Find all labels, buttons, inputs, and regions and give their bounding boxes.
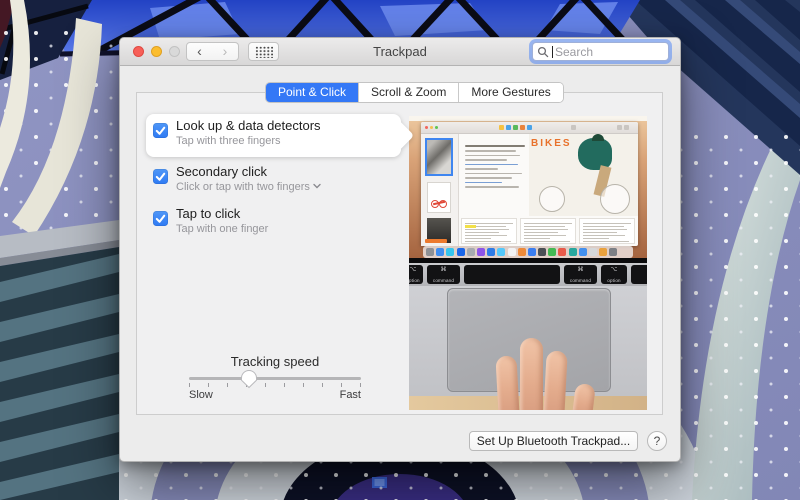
page-thumbnail-selected [425,138,453,176]
chevron-down-icon[interactable] [313,183,321,189]
tab-bar: Point & Click Scroll & Zoom More Gesture… [266,83,563,102]
slider-max-label: Fast [339,389,361,401]
bicycle-wheel [539,186,565,212]
dock-app-icon [568,248,577,256]
text-column-card [579,218,635,244]
toolbar-icon [624,125,629,130]
toolbar-icon [571,125,576,130]
preview-app-window: BIKES [421,122,638,246]
option-key: ⌥option [409,265,423,284]
checkbox-tap-to-click[interactable] [153,211,168,226]
dock-app-icon [558,248,567,256]
finger [543,350,568,410]
dock-app-icon [426,248,434,256]
mini-zoom-button [435,126,438,129]
dock [423,246,633,258]
dock-app-icon [527,248,536,256]
gesture-demo-video: BIKES ⌥option ⌘command [409,116,647,410]
setting-sublabel-look-up: Tap with three fingers [176,135,281,147]
finger [520,338,543,410]
tab-more-gestures[interactable]: More Gestures [458,83,563,102]
checkbox-secondary-click[interactable] [153,169,168,184]
green-cap [592,134,604,141]
document-page-columns [461,218,638,244]
option-key: ⌥option [601,265,627,284]
dock-app-icon [446,248,455,256]
partial-key [631,265,647,284]
document-title: BIKES [531,138,572,149]
dock-app-icon [476,248,485,256]
dock-app-icon [548,248,557,256]
toolbar-icon [527,125,532,130]
macbook-screen: BIKES [409,116,647,259]
setting-label-look-up[interactable]: Look up & data detectors [176,118,321,133]
slider-tick-marks [189,383,361,387]
dock-app-icon [589,248,597,256]
tracking-speed-slider-track[interactable] [189,377,361,380]
page-thumbnail-bike-drawing [427,182,451,213]
trackpad-preferences-window: ‹ › Trackpad Search Point & Click Scroll… [119,37,681,462]
slider-minmax-labels: Slow Fast [189,389,361,401]
teal-jacket [578,138,612,170]
search-input[interactable]: Search [532,42,669,61]
dock-app-icon [456,248,465,256]
dock-app-icon [517,248,526,256]
dock-app-icon [609,248,618,256]
macbook-keyboard: ⌥option ⌘command ⌘command ⌥option [409,263,647,286]
sidebar-orange-button [425,239,447,243]
bicycle-wheel [600,184,630,214]
text-cursor [552,46,553,58]
tracking-speed-label: Tracking speed [230,354,320,369]
document-text-column [465,142,525,191]
search-icon [537,46,549,58]
text-column-card [520,218,576,244]
toolbar-icon [499,125,504,130]
setting-sublabel-secondary-click[interactable]: Click or tap with two fingers [176,181,321,193]
preview-sidebar [421,134,459,246]
search-placeholder: Search [555,45,594,59]
finger [495,355,520,410]
checkbox-look-up[interactable] [153,123,168,138]
dock-app-icon [466,248,475,256]
command-key: ⌘ command [564,265,597,284]
yellow-highlight [465,225,476,228]
space-key [464,265,560,284]
setting-label-secondary-click[interactable]: Secondary click [176,164,267,179]
setting-sublabel-tap-to-click: Tap with one finger [176,223,269,235]
tracking-speed-slider-thumb[interactable] [240,369,258,389]
dock-app-icon [436,248,445,256]
checkmark-icon [155,126,166,135]
title-bar: ‹ › Trackpad Search [120,38,680,66]
tab-point-and-click[interactable]: Point & Click [266,83,359,102]
checkmark-icon [155,214,166,223]
menu-bar [409,116,647,121]
checkmark-icon [155,172,166,181]
preview-toolbar [421,122,638,134]
setup-bluetooth-trackpad-button[interactable]: Set Up Bluetooth Trackpad... [469,431,638,451]
text-column-card [461,218,517,244]
toolbar-icon [506,125,511,130]
command-key: ⌘ command [427,265,460,284]
preview-document: BIKES [459,134,638,246]
setting-label-tap-to-click[interactable]: Tap to click [176,206,240,221]
dock-app-icon [578,248,587,256]
toolbar-icon [513,125,518,130]
tab-scroll-and-zoom[interactable]: Scroll & Zoom [358,83,459,102]
mini-minimize-button [430,126,433,129]
toolbar-icon [617,125,622,130]
dock-app-icon [538,248,547,256]
dock-app-icon [507,248,516,256]
slider-min-label: Slow [189,389,213,401]
dock-app-icon [497,248,506,256]
dock-app-icon [599,248,608,256]
mini-close-button [425,126,428,129]
dock-app-icon [487,248,496,256]
help-button[interactable]: ? [647,431,667,451]
toolbar-icon [520,125,525,130]
